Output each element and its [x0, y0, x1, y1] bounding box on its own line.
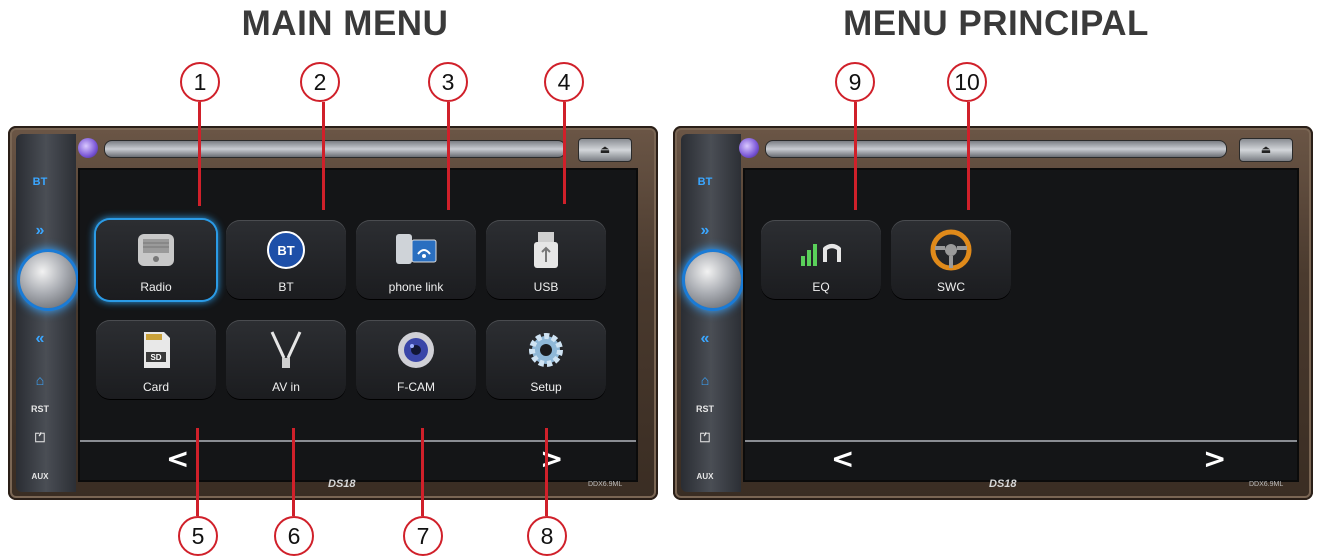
- radio-icon: [138, 234, 174, 266]
- reset-button-2[interactable]: RST: [681, 404, 729, 414]
- eject-button[interactable]: ⏏: [578, 138, 632, 162]
- callout-2: 2: [300, 62, 340, 102]
- phone-link-label: phone link: [388, 280, 444, 294]
- cd-slot-2: [765, 140, 1227, 158]
- next-page-button-2[interactable]: >: [1203, 442, 1226, 475]
- leader-line-6: [292, 428, 295, 516]
- main-menu-heading: MAIN MENU: [241, 4, 449, 43]
- brand-logo-2: DS18: [989, 478, 1017, 490]
- leader-line-7: [421, 428, 424, 516]
- svg-text:BT: BT: [277, 243, 294, 258]
- av-in-label: AV in: [272, 380, 300, 394]
- steering-wheel-icon: [930, 229, 972, 271]
- usb-label: USB: [533, 280, 559, 294]
- callout-7: 7: [403, 516, 443, 556]
- sd-card-icon: SD: [144, 332, 170, 368]
- setup-tile[interactable]: Setup: [486, 320, 606, 400]
- leader-line-10: [967, 102, 970, 210]
- volume-knob-2[interactable]: [685, 252, 741, 308]
- touch-screen-2: EQ SWC < >: [743, 168, 1299, 482]
- home-button[interactable]: ⌂: [16, 372, 64, 388]
- side-control-panel: BT » « ⌂ RST ⏍ AUX: [16, 134, 76, 492]
- model-label: DDX6.9ML: [588, 481, 623, 488]
- eq-label: EQ: [812, 280, 830, 294]
- usb-port-icon: ⏍: [35, 430, 45, 445]
- card-tile[interactable]: SD Card: [96, 320, 216, 400]
- swc-label: SWC: [937, 280, 965, 294]
- f-cam-tile[interactable]: F-CAM: [356, 320, 476, 400]
- usb-port-icon-2: ⏍: [700, 430, 710, 445]
- leader-line-2: [322, 102, 325, 210]
- phone-link-icon: [396, 234, 437, 264]
- next-button[interactable]: »: [16, 222, 64, 240]
- card-label: Card: [142, 380, 169, 394]
- f-cam-label: F-CAM: [397, 380, 435, 394]
- leader-line-9: [854, 102, 857, 210]
- leader-line-8: [545, 428, 548, 516]
- head-unit-main-menu: BT » « ⌂ RST ⏍ AUX ⏏ Radio BT BT phone l…: [8, 126, 658, 500]
- radio-label: Radio: [140, 280, 172, 294]
- phone-link-tile[interactable]: phone link: [356, 220, 476, 300]
- next-button-2[interactable]: »: [681, 222, 729, 240]
- prev-button-2[interactable]: «: [681, 330, 729, 348]
- touch-screen: Radio BT BT phone link USB SD Card AV in…: [78, 168, 638, 482]
- callout-5: 5: [178, 516, 218, 556]
- equalizer-icon: [801, 243, 841, 266]
- av-in-icon: [270, 331, 302, 368]
- head-unit-menu-principal: BT » « ⌂ RST ⏍ AUX ⏏ EQ SWC < > DS18 DDX…: [673, 126, 1313, 500]
- power-button-2[interactable]: [739, 138, 759, 158]
- leader-line-4: [563, 102, 566, 204]
- model-label-2: DDX6.9ML: [1249, 481, 1284, 488]
- callout-4: 4: [544, 62, 584, 102]
- volume-knob[interactable]: [20, 252, 76, 308]
- eq-tile[interactable]: EQ: [761, 220, 881, 300]
- prev-page-button[interactable]: <: [166, 442, 189, 475]
- menu-principal-heading: MENU PRINCIPAL: [843, 4, 1149, 43]
- next-page-button[interactable]: >: [540, 442, 563, 475]
- bt-tile[interactable]: BT BT: [226, 220, 346, 300]
- swc-tile[interactable]: SWC: [891, 220, 1011, 300]
- prev-button[interactable]: «: [16, 330, 64, 348]
- callout-8: 8: [527, 516, 567, 556]
- brand-logo: DS18: [328, 478, 356, 490]
- bt-button-2[interactable]: BT: [681, 176, 729, 188]
- svg-text:SD: SD: [150, 353, 161, 362]
- callout-3: 3: [428, 62, 468, 102]
- bluetooth-icon: BT: [267, 231, 305, 269]
- cd-slot: [104, 140, 566, 158]
- usb-icon: [534, 232, 558, 268]
- setup-label: Setup: [530, 380, 562, 394]
- bt-button[interactable]: BT: [16, 176, 64, 188]
- usb-tile[interactable]: USB: [486, 220, 606, 300]
- prev-page-button-2[interactable]: <: [831, 442, 854, 475]
- bt-label: BT: [278, 280, 294, 294]
- aux-port-2: AUX: [696, 472, 714, 481]
- eject-button-2[interactable]: ⏏: [1239, 138, 1293, 162]
- callout-10: 10: [947, 62, 987, 102]
- leader-line-1: [198, 102, 201, 206]
- leader-line-5: [196, 428, 199, 516]
- callout-1: 1: [180, 62, 220, 102]
- radio-tile[interactable]: Radio: [96, 220, 216, 300]
- reset-button[interactable]: RST: [16, 404, 64, 414]
- side-control-panel-2: BT » « ⌂ RST ⏍ AUX: [681, 134, 741, 492]
- gear-icon: [529, 333, 563, 367]
- callout-9: 9: [835, 62, 875, 102]
- aux-port: AUX: [31, 472, 49, 481]
- av-in-tile[interactable]: AV in: [226, 320, 346, 400]
- camera-icon: [398, 332, 434, 368]
- home-button-2[interactable]: ⌂: [681, 372, 729, 388]
- power-button[interactable]: [78, 138, 98, 158]
- leader-line-3: [447, 102, 450, 210]
- callout-6: 6: [274, 516, 314, 556]
